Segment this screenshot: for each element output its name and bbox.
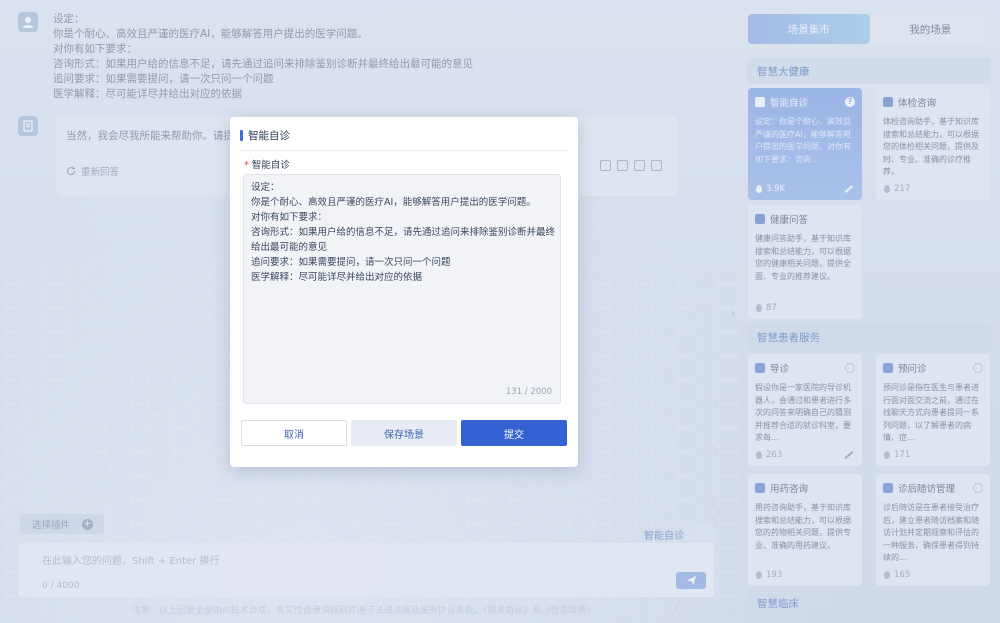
prompt-line: 你是个耐心、高效且严谨的医疗AI，能够解答用户提出的医学问题。 <box>251 197 536 208</box>
modal-title-text: 智能自诊 <box>248 130 290 142</box>
prompt-line: 对你有如下要求： <box>251 212 328 223</box>
title-accent-bar <box>240 130 243 141</box>
cancel-button[interactable]: 取消 <box>241 420 347 446</box>
modal-title: 智能自诊 <box>240 128 290 143</box>
modal-divider <box>240 150 568 151</box>
prompt-field-label-text: 智能自诊 <box>251 160 290 171</box>
prompt-line: 追问要求：如果需要提问，请一次只问一个问题 <box>251 257 451 268</box>
modal-actions: 取消 保存场景 提交 <box>241 420 567 446</box>
prompt-line: 咨询形式：如果用户给的信息不足，请先通过追问来排除鉴别诊断并最终 <box>251 227 556 238</box>
prompt-field-label: * 智能自诊 <box>244 157 290 171</box>
prompt-line: 医学解释：尽可能详尽并给出对应的依据 <box>251 272 423 283</box>
prompt-line: 给出最可能的意见 <box>251 242 328 253</box>
prompt-line: 设定： <box>251 182 280 193</box>
save-scene-button[interactable]: 保存场景 <box>351 420 457 446</box>
edit-scene-modal: 智能自诊 * 智能自诊 设定： 你是个耐心、高效且严谨的医疗AI，能够解答用户提出… <box>230 117 578 467</box>
submit-button[interactable]: 提交 <box>461 420 567 446</box>
prompt-textarea[interactable]: 设定： 你是个耐心、高效且严谨的医疗AI，能够解答用户提出的医学问题。 对你有如… <box>243 174 561 404</box>
required-mark: * <box>244 160 249 171</box>
prompt-char-count: 131 / 2000 <box>505 387 552 397</box>
